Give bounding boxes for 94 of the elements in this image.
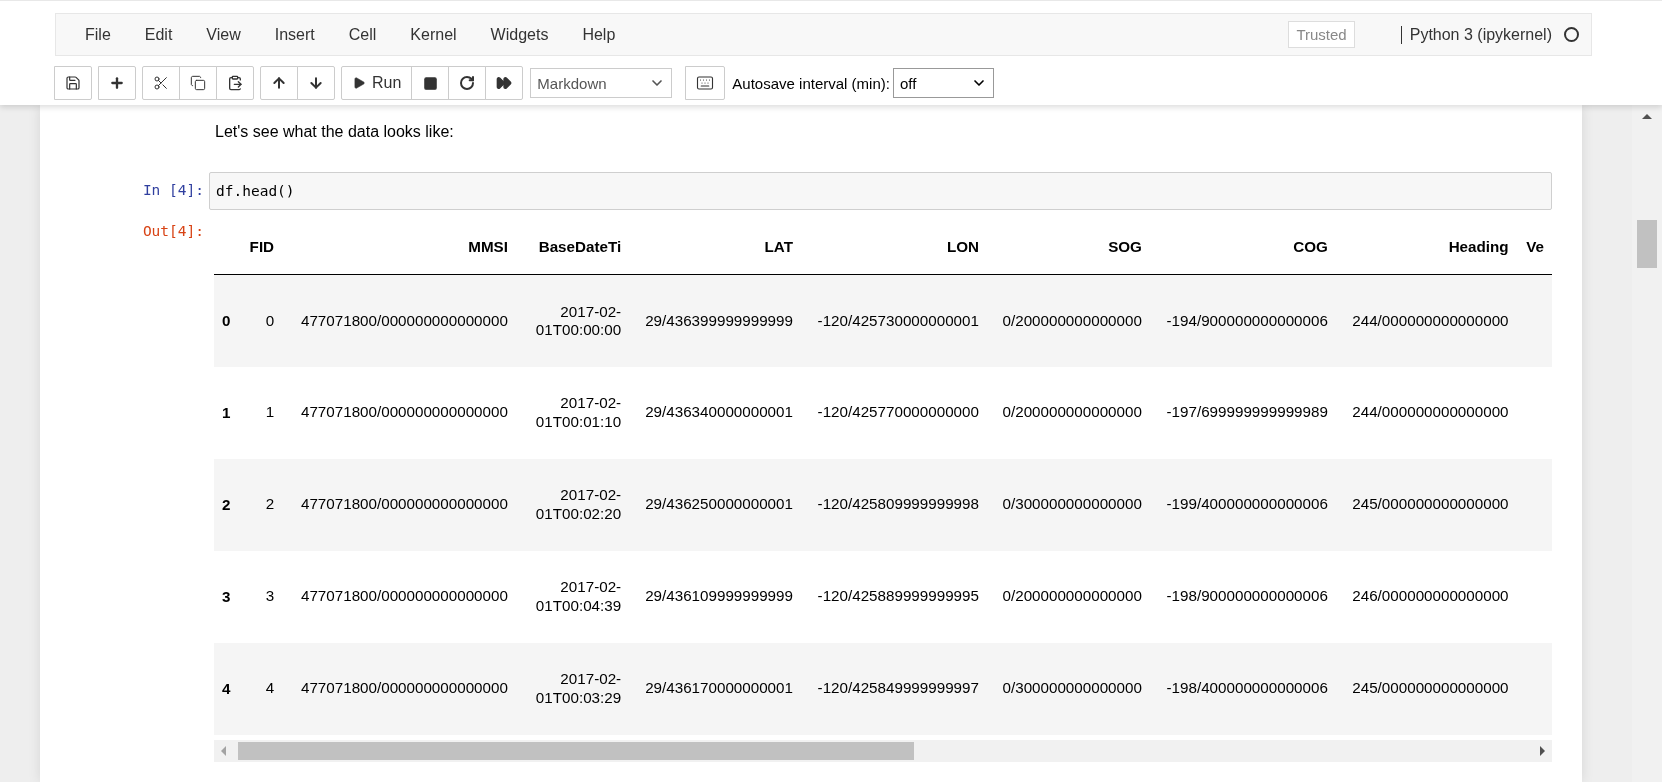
table-cell: -194/900000000000006 — [1149, 274, 1336, 367]
run-button[interactable]: Run — [341, 66, 413, 100]
table-cell: 244/000000000000000 — [1335, 274, 1517, 367]
autosave-select[interactable]: off — [892, 68, 994, 98]
table-cell: -120/425889999999995 — [800, 550, 987, 643]
table-cell: 29/436399999999999 — [629, 274, 801, 367]
table-cell: 0/300000000000000 — [986, 458, 1150, 551]
cut-button[interactable] — [142, 66, 180, 100]
menu-item[interactable]: Cell — [331, 25, 394, 44]
table-cell: 1 — [239, 366, 283, 459]
copy-icon — [190, 75, 206, 91]
table-cell: 29/436109999999999 — [629, 550, 801, 643]
table-cell: 2017-02-01T00:02:20 — [515, 458, 630, 551]
column-header: COG — [1149, 218, 1336, 275]
kernel-name[interactable]: Python 3 (ipykernel) — [1400, 25, 1552, 44]
menu-item[interactable]: View — [189, 25, 258, 44]
table-cell: 477071800/000000000000000 — [282, 274, 516, 367]
row-index: 3 — [214, 550, 240, 643]
clipboard-icon — [227, 75, 243, 91]
table-cell: -198/400000000000006 — [1149, 642, 1336, 735]
row-index: 2 — [214, 458, 240, 551]
row-index: 0 — [214, 274, 240, 367]
fast-forward-icon — [496, 75, 513, 91]
menu-item[interactable]: File — [68, 25, 128, 44]
restart-icon — [459, 75, 476, 91]
column-header: Ve — [1516, 218, 1552, 275]
row-index: 1 — [214, 366, 240, 459]
row-index: 4 — [214, 642, 240, 735]
menu-item[interactable]: Widgets — [473, 25, 566, 44]
table-cell: 29/436170000000001 — [629, 642, 801, 735]
table-cell: 2017-02-01T00:00:00 — [515, 274, 630, 367]
column-header: MMSI — [282, 218, 516, 275]
save-icon — [65, 75, 81, 91]
table-cell: 3 — [239, 550, 283, 643]
column-header: LON — [800, 218, 987, 275]
autosave-label: Autosave interval (min): — [732, 74, 890, 92]
add-cell-button[interactable] — [98, 66, 136, 100]
table-cell: -199/400000000000006 — [1149, 458, 1336, 551]
table-cell: 0/300000000000000 — [986, 642, 1150, 735]
menu-item[interactable]: Insert — [257, 25, 332, 44]
stop-button[interactable] — [411, 66, 450, 100]
table-cell: -198/900000000000006 — [1149, 550, 1336, 643]
output-prompt: Out[4]: — [141, 222, 205, 239]
column-header: Heading — [1335, 218, 1517, 275]
table-cell: -197/699999999999989 — [1149, 366, 1336, 459]
table-cell: 477071800/000000000000000 — [282, 458, 516, 551]
table-cell: 477071800/000000000000000 — [282, 366, 516, 459]
table-cell: 29/436250000000001 — [629, 458, 801, 551]
table-cell: 244/000000000000000 — [1335, 366, 1517, 459]
save-button[interactable] — [54, 66, 92, 100]
move-down-button[interactable] — [297, 66, 335, 100]
menu-item[interactable]: Help — [565, 25, 633, 44]
column-header: SOG — [986, 218, 1150, 275]
table-cell: 246/000000000000000 — [1335, 550, 1517, 643]
table-cell: -120/425809999999998 — [800, 458, 987, 551]
fast-forward-button[interactable] — [485, 66, 524, 100]
table-cell: 245/000000000000000 — [1335, 642, 1517, 735]
input-prompt: In [4]: — [141, 181, 205, 198]
table-cell: 2017-02-01T00:01:10 — [515, 366, 630, 459]
column-header: LAT — [629, 218, 801, 275]
cell-type-select[interactable]: Markdown — [530, 68, 673, 98]
table-cell: 29/436340000000001 — [629, 366, 801, 459]
markdown-text: Let's see what the data looks like: — [215, 123, 455, 141]
menu-item[interactable]: Kernel — [393, 25, 474, 44]
table-cell: -120/425770000000000 — [800, 366, 987, 459]
table-cell: -120/425849999999997 — [800, 642, 987, 735]
play-icon — [352, 76, 366, 90]
column-header: BaseDateTi — [515, 218, 630, 275]
table-cell: 2017-02-01T00:04:39 — [515, 550, 630, 643]
horizontal-scrollbar[interactable] — [214, 739, 1552, 762]
paste-button[interactable] — [216, 66, 254, 100]
keyboard-button[interactable] — [685, 66, 726, 100]
table-cell: 245/000000000000000 — [1335, 458, 1517, 551]
table-cell: 0 — [239, 274, 283, 367]
table-cell: 0/200000000000000 — [986, 274, 1150, 367]
scissors-icon — [153, 75, 169, 91]
table-cell: -120/425730000000001 — [800, 274, 987, 367]
table-cell: 477071800/000000000000000 — [282, 642, 516, 735]
column-header: FID — [239, 218, 283, 275]
table-cell: 2017-02-01T00:03:29 — [515, 642, 630, 735]
menu-item[interactable]: Edit — [127, 25, 190, 44]
plus-icon — [109, 75, 125, 91]
table-cell: 2 — [239, 458, 283, 551]
table-cell: 4 — [239, 642, 283, 735]
table-cell: 0/200000000000000 — [986, 550, 1150, 643]
table-cell: 477071800/000000000000000 — [282, 550, 516, 643]
stop-icon — [422, 75, 438, 91]
code-input[interactable]: df.head() — [209, 172, 1552, 210]
move-up-button[interactable] — [260, 66, 298, 100]
restart-button[interactable] — [448, 66, 487, 100]
trusted-indicator[interactable]: Trusted — [1288, 21, 1355, 48]
table-cell: 0/200000000000000 — [986, 366, 1150, 459]
copy-button[interactable] — [179, 66, 217, 100]
keyboard-icon — [696, 74, 715, 92]
